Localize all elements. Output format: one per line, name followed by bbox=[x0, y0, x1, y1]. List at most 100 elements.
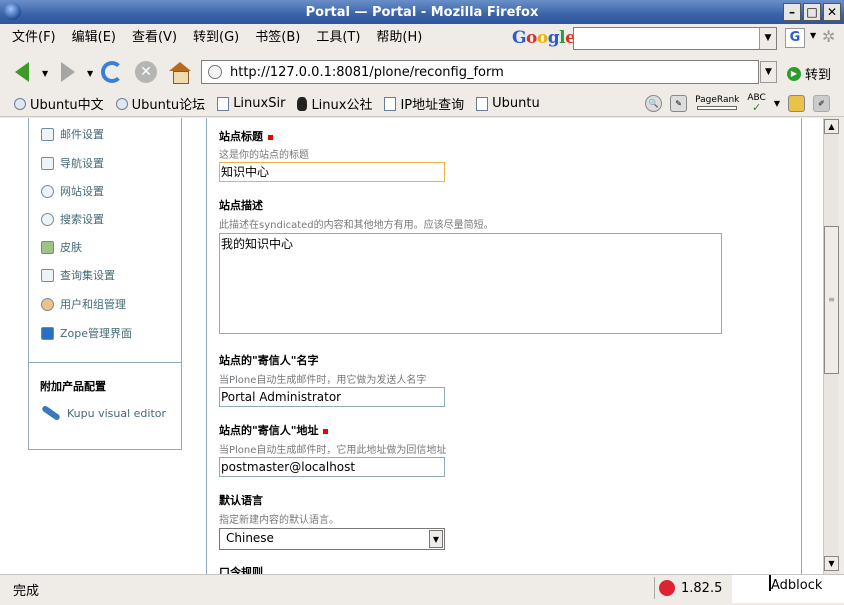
bookmark-linux-gongshe[interactable]: Linux公社 bbox=[291, 94, 378, 113]
zope-icon bbox=[41, 326, 54, 340]
site-description-label: 站点描述 bbox=[219, 199, 263, 212]
portlet-item-mail[interactable]: 邮件设置 bbox=[41, 126, 104, 142]
menu-file[interactable]: 文件(F) bbox=[0, 24, 64, 52]
url-text: http://127.0.0.1:8081/plone/reconfig_for… bbox=[230, 64, 504, 80]
from-name-label: 站点的"寄信人"名字 bbox=[219, 354, 319, 367]
bookmark-ip-lookup[interactable]: IP地址查询 bbox=[378, 94, 470, 113]
from-name-help: 当Plone自动生成邮件时，用它做为发送人名字 bbox=[219, 375, 427, 386]
portlet-item-label: 皮肤 bbox=[60, 241, 82, 254]
vertical-scrollbar[interactable]: ▲ ≡ ▼ bbox=[823, 118, 839, 574]
portlet-item-users-groups[interactable]: 用户和组管理 bbox=[41, 296, 126, 312]
portlet-item-kupu[interactable]: Kupu visual editor bbox=[41, 404, 166, 422]
bookmark-ubuntu[interactable]: Ubuntu bbox=[470, 96, 546, 111]
home-icon bbox=[169, 62, 191, 84]
checkmark-icon: ✓ bbox=[752, 101, 762, 114]
stop-button[interactable]: ✕ bbox=[132, 58, 160, 86]
download-status[interactable]: 1.82.5 bbox=[654, 577, 726, 599]
search-dropdown-button[interactable]: ▼ bbox=[759, 28, 776, 49]
globe-icon bbox=[14, 97, 26, 110]
portlet-item-label: Zope管理界面 bbox=[60, 327, 133, 340]
bookmark-label: Ubuntu中文 bbox=[30, 98, 104, 113]
portlet-item-collections[interactable]: 查询集设置 bbox=[41, 267, 115, 283]
magnifier-icon[interactable]: 🔍 bbox=[645, 94, 663, 112]
skin-icon bbox=[41, 240, 54, 254]
back-history-dropdown[interactable]: ▼ bbox=[42, 69, 48, 78]
home-button[interactable] bbox=[166, 58, 194, 86]
bookmark-linuxsir[interactable]: LinuxSir bbox=[211, 96, 291, 111]
extension-toolbar: 🔍 ✎ PageRank ABC ✓ ▼ ✐ bbox=[645, 93, 830, 113]
chevron-down-icon: ▼ bbox=[429, 530, 443, 548]
from-address-input[interactable]: postmaster@localhost bbox=[219, 457, 445, 477]
portlet-item-navigation[interactable]: 导航设置 bbox=[41, 155, 104, 171]
download-icon bbox=[659, 580, 675, 596]
forward-history-dropdown[interactable]: ▼ bbox=[87, 69, 93, 78]
back-arrow-icon bbox=[15, 62, 29, 82]
back-button[interactable] bbox=[8, 58, 36, 86]
stop-icon: ✕ bbox=[135, 61, 157, 83]
throbber-icon: ✲ bbox=[822, 27, 836, 46]
info-icon[interactable] bbox=[788, 94, 805, 112]
go-button[interactable]: ▶ 转到 bbox=[787, 64, 831, 83]
spellcheck-button[interactable]: ABC ✓ bbox=[747, 93, 765, 113]
menu-go[interactable]: 转到(G) bbox=[185, 24, 247, 52]
portlet-item-label: 搜索设置 bbox=[60, 213, 104, 226]
from-address-label: 站点的"寄信人"地址 bbox=[219, 422, 329, 438]
scrollbar-thumb[interactable]: ≡ bbox=[824, 226, 839, 374]
default-language-help: 指定新建内容的默认语言。 bbox=[219, 515, 339, 526]
pen-icon[interactable]: ✐ bbox=[813, 94, 830, 112]
menu-edit[interactable]: 编辑(E) bbox=[64, 24, 124, 52]
site-icon bbox=[41, 184, 54, 198]
menu-view[interactable]: 查看(V) bbox=[124, 24, 185, 52]
portlet-item-site[interactable]: 网站设置 bbox=[41, 183, 104, 199]
url-bar[interactable]: http://127.0.0.1:8081/plone/reconfig_for… bbox=[201, 60, 759, 84]
search-input[interactable] bbox=[573, 27, 777, 50]
page-icon bbox=[217, 96, 230, 111]
forward-arrow-icon bbox=[61, 62, 75, 82]
chevron-down-icon[interactable]: ▼ bbox=[810, 31, 816, 40]
portlet-item-zmi[interactable]: Zope管理界面 bbox=[41, 325, 132, 341]
menu-help[interactable]: 帮助(H) bbox=[368, 24, 430, 52]
penguin-icon bbox=[297, 96, 308, 111]
site-description-textarea[interactable]: 我的知识中心 bbox=[219, 233, 722, 334]
scroll-down-button[interactable]: ▼ bbox=[824, 556, 839, 571]
pagerank-indicator[interactable]: PageRank bbox=[695, 95, 739, 111]
url-history-dropdown[interactable]: ▼ bbox=[760, 61, 777, 83]
required-marker bbox=[268, 134, 273, 140]
window-controls: – □ ✕ bbox=[783, 3, 841, 21]
search-engine-icon[interactable]: G bbox=[785, 28, 805, 48]
portlet-item-label: 用户和组管理 bbox=[60, 298, 126, 311]
chevron-down-icon[interactable]: ▼ bbox=[774, 99, 780, 108]
kupu-icon bbox=[41, 404, 61, 422]
bookmark-label: IP地址查询 bbox=[400, 98, 465, 113]
globe-icon bbox=[115, 97, 128, 110]
forward-button[interactable] bbox=[54, 58, 82, 86]
default-language-select[interactable]: Chinese ▼ bbox=[219, 528, 445, 550]
bookmark-ubuntu-cn[interactable]: Ubuntu中文 bbox=[0, 94, 110, 113]
adblock-status[interactable]: Adblock bbox=[771, 578, 822, 593]
scroll-up-button[interactable]: ▲ bbox=[824, 119, 839, 134]
default-language-label: 默认语言 bbox=[219, 494, 263, 507]
portlet-item-skins[interactable]: 皮肤 bbox=[41, 239, 82, 255]
menu-bookmarks[interactable]: 书签(B) bbox=[247, 24, 308, 52]
bookmark-ubuntu-forum[interactable]: Ubuntu论坛 bbox=[110, 94, 212, 113]
menu-tools[interactable]: 工具(T) bbox=[308, 24, 368, 52]
reload-button[interactable] bbox=[98, 58, 126, 86]
maximize-button[interactable]: □ bbox=[803, 3, 821, 21]
site-settings-form: 站点标题 这是你的站点的标题 知识中心 站点描述 此描述在syndicated的… bbox=[206, 118, 802, 574]
page-icon bbox=[476, 96, 489, 111]
portlet-item-search[interactable]: 搜索设置 bbox=[41, 211, 104, 227]
site-title-input[interactable]: 知识中心 bbox=[219, 162, 445, 182]
status-bar: 完成 1.82.5 Adblock bbox=[0, 574, 844, 605]
label-text: 站点标题 bbox=[219, 130, 263, 143]
portlet-item-label: 邮件设置 bbox=[60, 128, 104, 141]
search-icon bbox=[41, 212, 54, 226]
mail-icon bbox=[41, 127, 54, 141]
from-name-input[interactable]: Portal Administrator bbox=[219, 387, 445, 407]
minimize-button[interactable]: – bbox=[783, 3, 801, 21]
portlet-item-label: Kupu visual editor bbox=[67, 406, 167, 420]
collection-icon bbox=[41, 268, 54, 282]
google-logo: Google bbox=[512, 28, 576, 48]
close-button[interactable]: ✕ bbox=[823, 3, 841, 21]
site-title-label: 站点标题 bbox=[219, 128, 273, 144]
highlight-icon[interactable]: ✎ bbox=[670, 94, 688, 112]
